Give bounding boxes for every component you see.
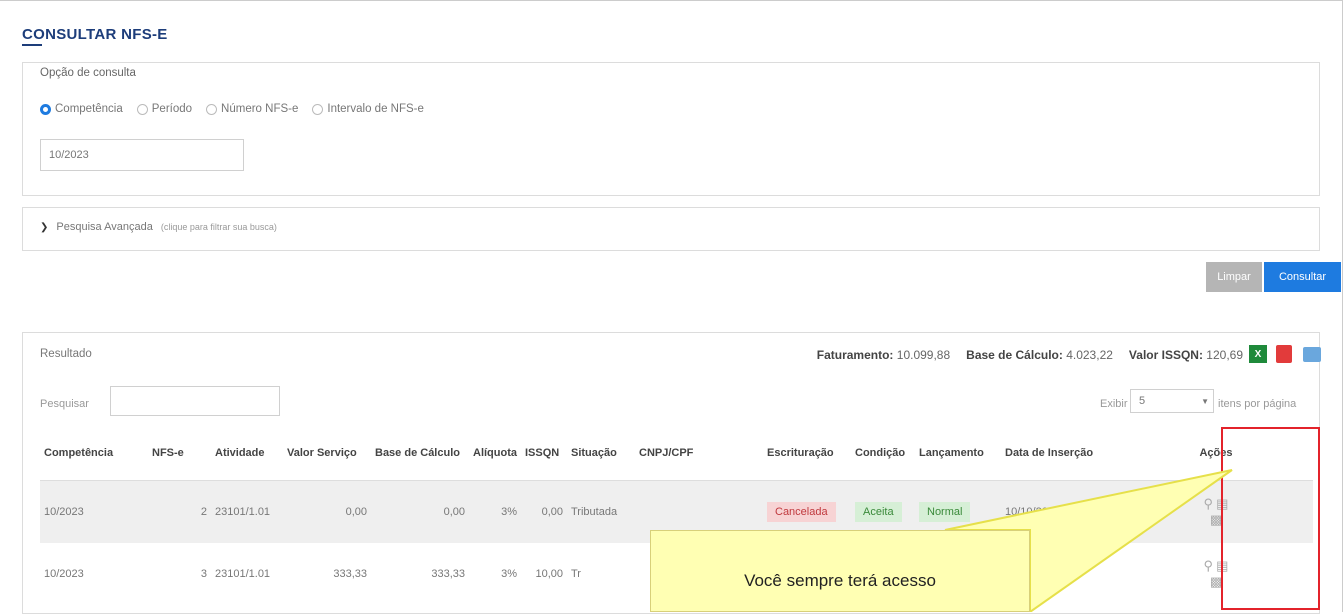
callout-box: Você sempre terá acesso — [650, 530, 1030, 612]
callout-text: Você sempre terá acesso — [744, 571, 936, 590]
callout-pointer — [944, 469, 1233, 612]
